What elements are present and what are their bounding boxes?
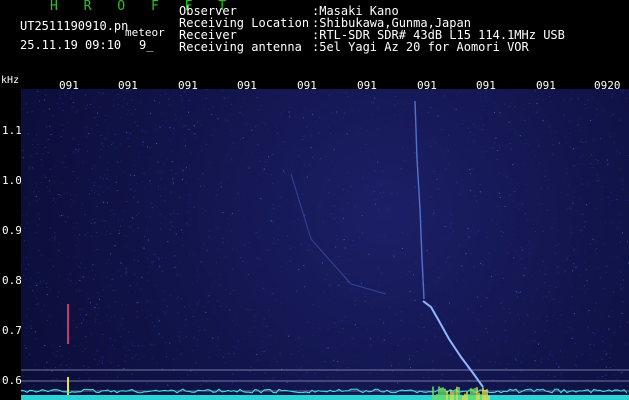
noise-speckle <box>21 89 629 390</box>
spectrogram-plot <box>21 89 629 400</box>
freq-tick: 0.7 <box>2 324 22 337</box>
freq-tick: 0.6 <box>2 374 22 387</box>
unit-label: kHz <box>1 75 20 86</box>
spectrogram-window: H R O F F T UT2511190910.pn meteor 25.11… <box>0 0 629 400</box>
signal-cluster <box>432 386 490 400</box>
baseline-fill <box>21 395 629 400</box>
freq-tick: 1.1 <box>2 124 22 137</box>
freq-tick: 1.0 <box>2 174 22 187</box>
meteor-echo-doppler <box>422 300 484 388</box>
antenna-value: :5el Yagi Az 20 for Aomori VOR <box>312 40 529 54</box>
spectrogram-area <box>21 89 629 400</box>
antenna-label: Receiving antenna <box>179 40 302 54</box>
faint-trace <box>290 173 387 295</box>
event-code: 9_ <box>139 38 154 52</box>
meteor-echo-vertical <box>414 100 425 300</box>
freq-tick: 0.9 <box>2 224 22 237</box>
file-name: UT2511190910.pn <box>20 19 129 33</box>
date-time: 25.11.19 09:10 <box>20 38 122 52</box>
freq-tick: 0.8 <box>2 274 22 287</box>
